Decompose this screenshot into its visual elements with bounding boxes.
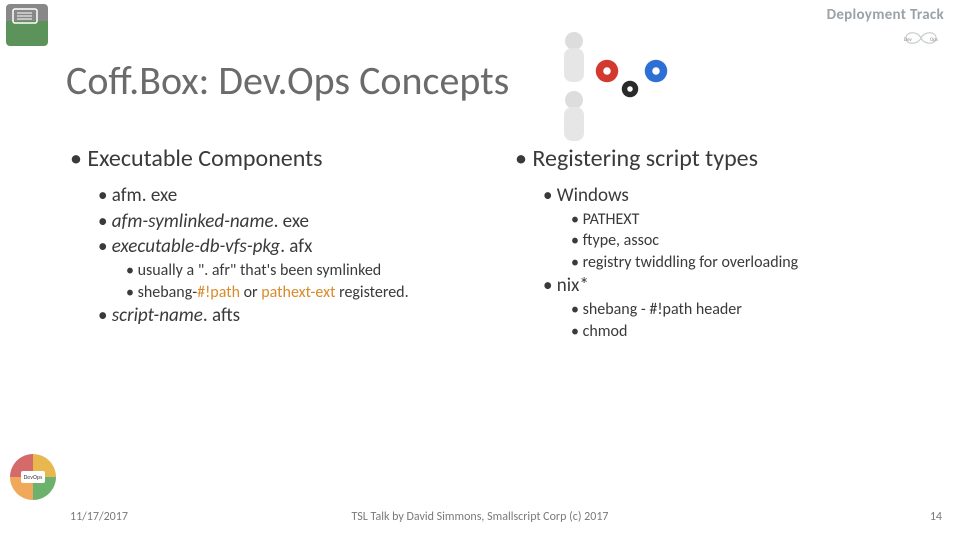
devops-badge-icon: DevOps — [10, 454, 56, 500]
list-item: registry twiddling for overloading — [571, 252, 930, 274]
list-item: afm-symlinked-name. exe — [98, 209, 485, 235]
right-list: Windows PATHEXT ftype, assoc registry tw… — [515, 183, 930, 342]
hero-illustration — [560, 32, 700, 104]
list-item: shebang-#!path or pathext-ext registered… — [126, 282, 485, 304]
left-sublist: usually a ". afr" that's been symlinked … — [98, 260, 485, 303]
list-item: executable-db-vfs-pkg. afx — [98, 234, 485, 260]
svg-text:Ops: Ops — [930, 37, 938, 43]
left-column: Executable Components afm. exe afm-symli… — [70, 144, 485, 342]
list-item: chmod — [571, 321, 930, 343]
right-heading: Registering script types — [515, 144, 930, 173]
list-item: nix* — [543, 273, 930, 299]
left-heading: Executable Components — [70, 144, 485, 173]
list-item: afm. exe — [98, 183, 485, 209]
right-sublist-windows: PATHEXT ftype, assoc registry twiddling … — [543, 209, 930, 274]
list-item: Windows — [543, 183, 930, 209]
devops-badge-label: DevOps — [21, 471, 46, 483]
svg-text:Dev: Dev — [904, 37, 913, 43]
right-column: Registering script types Windows PATHEXT… — [515, 144, 930, 342]
left-list: afm. exe afm-symlinked-name. exe executa… — [70, 183, 485, 329]
gear-black-icon — [619, 78, 641, 100]
right-sublist-nix: shebang - #!path header chmod — [543, 299, 930, 342]
list-item: script-name. afts — [98, 303, 485, 329]
infinity-icon: Dev Ops — [896, 28, 946, 48]
list-item: PATHEXT — [571, 209, 930, 231]
list-item: usually a ". afr" that's been symlinked — [126, 260, 485, 282]
gear-blue-icon — [641, 56, 671, 86]
corner-app-icon — [6, 4, 48, 46]
monitor-icon — [12, 8, 42, 28]
footer-page-number: 14 — [930, 510, 942, 524]
slide-title: Coff.Box: Dev.Ops Concepts — [66, 56, 509, 105]
list-item: shebang - #!path header — [571, 299, 930, 321]
gear-red-icon — [592, 56, 622, 86]
track-label: Deployment Track — [827, 6, 944, 24]
person-left-icon — [560, 32, 588, 86]
person-right-icon — [560, 91, 588, 145]
content-columns: Executable Components afm. exe afm-symli… — [70, 144, 930, 342]
list-item: ftype, assoc — [571, 230, 930, 252]
footer-attribution: TSL Talk by David Simmons, Smallscript C… — [0, 510, 960, 524]
